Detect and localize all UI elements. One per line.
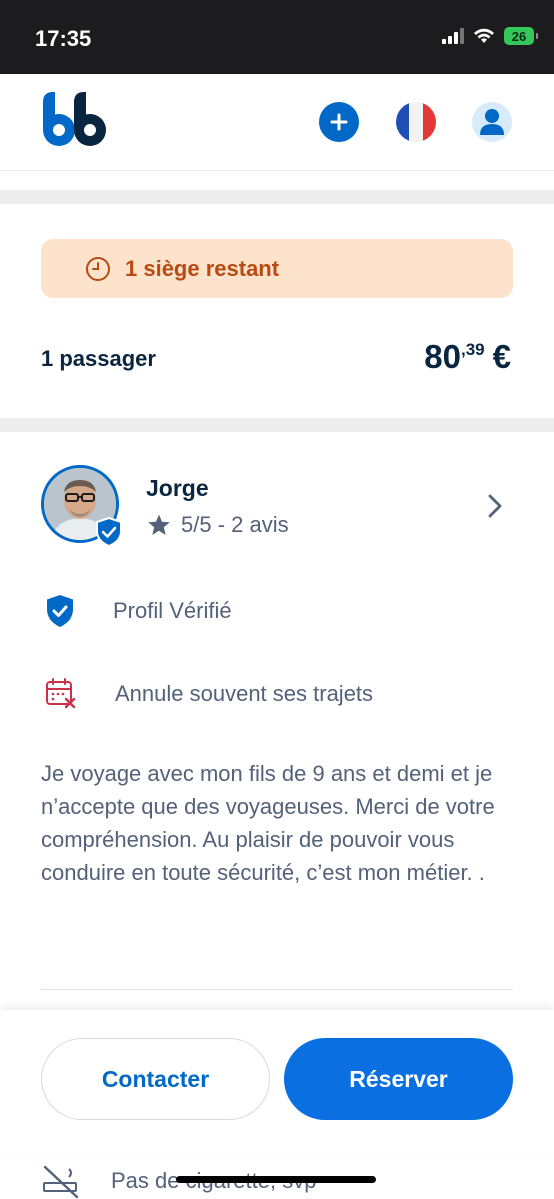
section-separator [0,190,554,204]
contact-button[interactable]: Contacter [41,1038,270,1120]
calendar-cancel-icon [46,678,76,709]
seats-remaining-banner: 1 siège restant [41,239,513,298]
cancels-often-label: Annule souvent ses trajets [115,681,374,706]
publish-ride-button[interactable] [319,102,359,142]
price-currency: € [492,338,511,375]
divider [41,989,513,990]
driver-rating: 5/5 - 2 avis [147,512,289,538]
driver-profile-link[interactable]: Jorge 5/5 - 2 avis [41,465,513,549]
blablacar-logo-icon[interactable] [40,90,110,150]
cancels-often-row: Annule souvent ses trajets [45,678,373,710]
app-header [0,74,554,171]
shield-check-icon [47,595,73,627]
status-icons: 26 [442,27,538,45]
battery-level: 26 [511,28,527,44]
driver-bio: Je voyage avec mon fils de 9 ans et demi… [41,761,495,885]
passenger-count: 1 passager [41,346,156,371]
verified-profile-label: Profil Vérifié [113,598,232,623]
book-button[interactable]: Réserver [284,1038,513,1120]
driver-rating-text: 5/5 - 2 avis [181,512,289,537]
language-button[interactable] [396,102,436,142]
chevron-right-icon [488,494,502,518]
user-icon [480,109,504,135]
star-icon [148,514,170,535]
verified-profile-row: Profil Vérifié [45,594,232,628]
bottom-action-bar: Contacter Réserver [0,1010,554,1156]
status-bar: 17:35 26 [0,0,554,74]
verified-badge-icon [96,517,122,547]
battery-icon: 26 [504,27,538,45]
driver-name: Jorge [146,475,209,501]
section-separator [0,418,554,432]
clock-icon [86,256,110,281]
trip-price: 80 ,39 € [424,338,511,376]
status-time: 17:35 [35,26,92,51]
no-smoking-icon [43,1165,79,1199]
seats-remaining-text: 1 siège restant [125,255,280,281]
french-flag-icon [396,102,410,142]
price-decimal: ,39 [461,340,485,359]
price-integer: 80 [424,338,461,375]
home-indicator[interactable] [176,1176,376,1183]
cellular-signal-icon [442,28,464,44]
plus-icon [330,113,348,131]
profile-button[interactable] [472,102,512,142]
wifi-icon [474,28,494,43]
